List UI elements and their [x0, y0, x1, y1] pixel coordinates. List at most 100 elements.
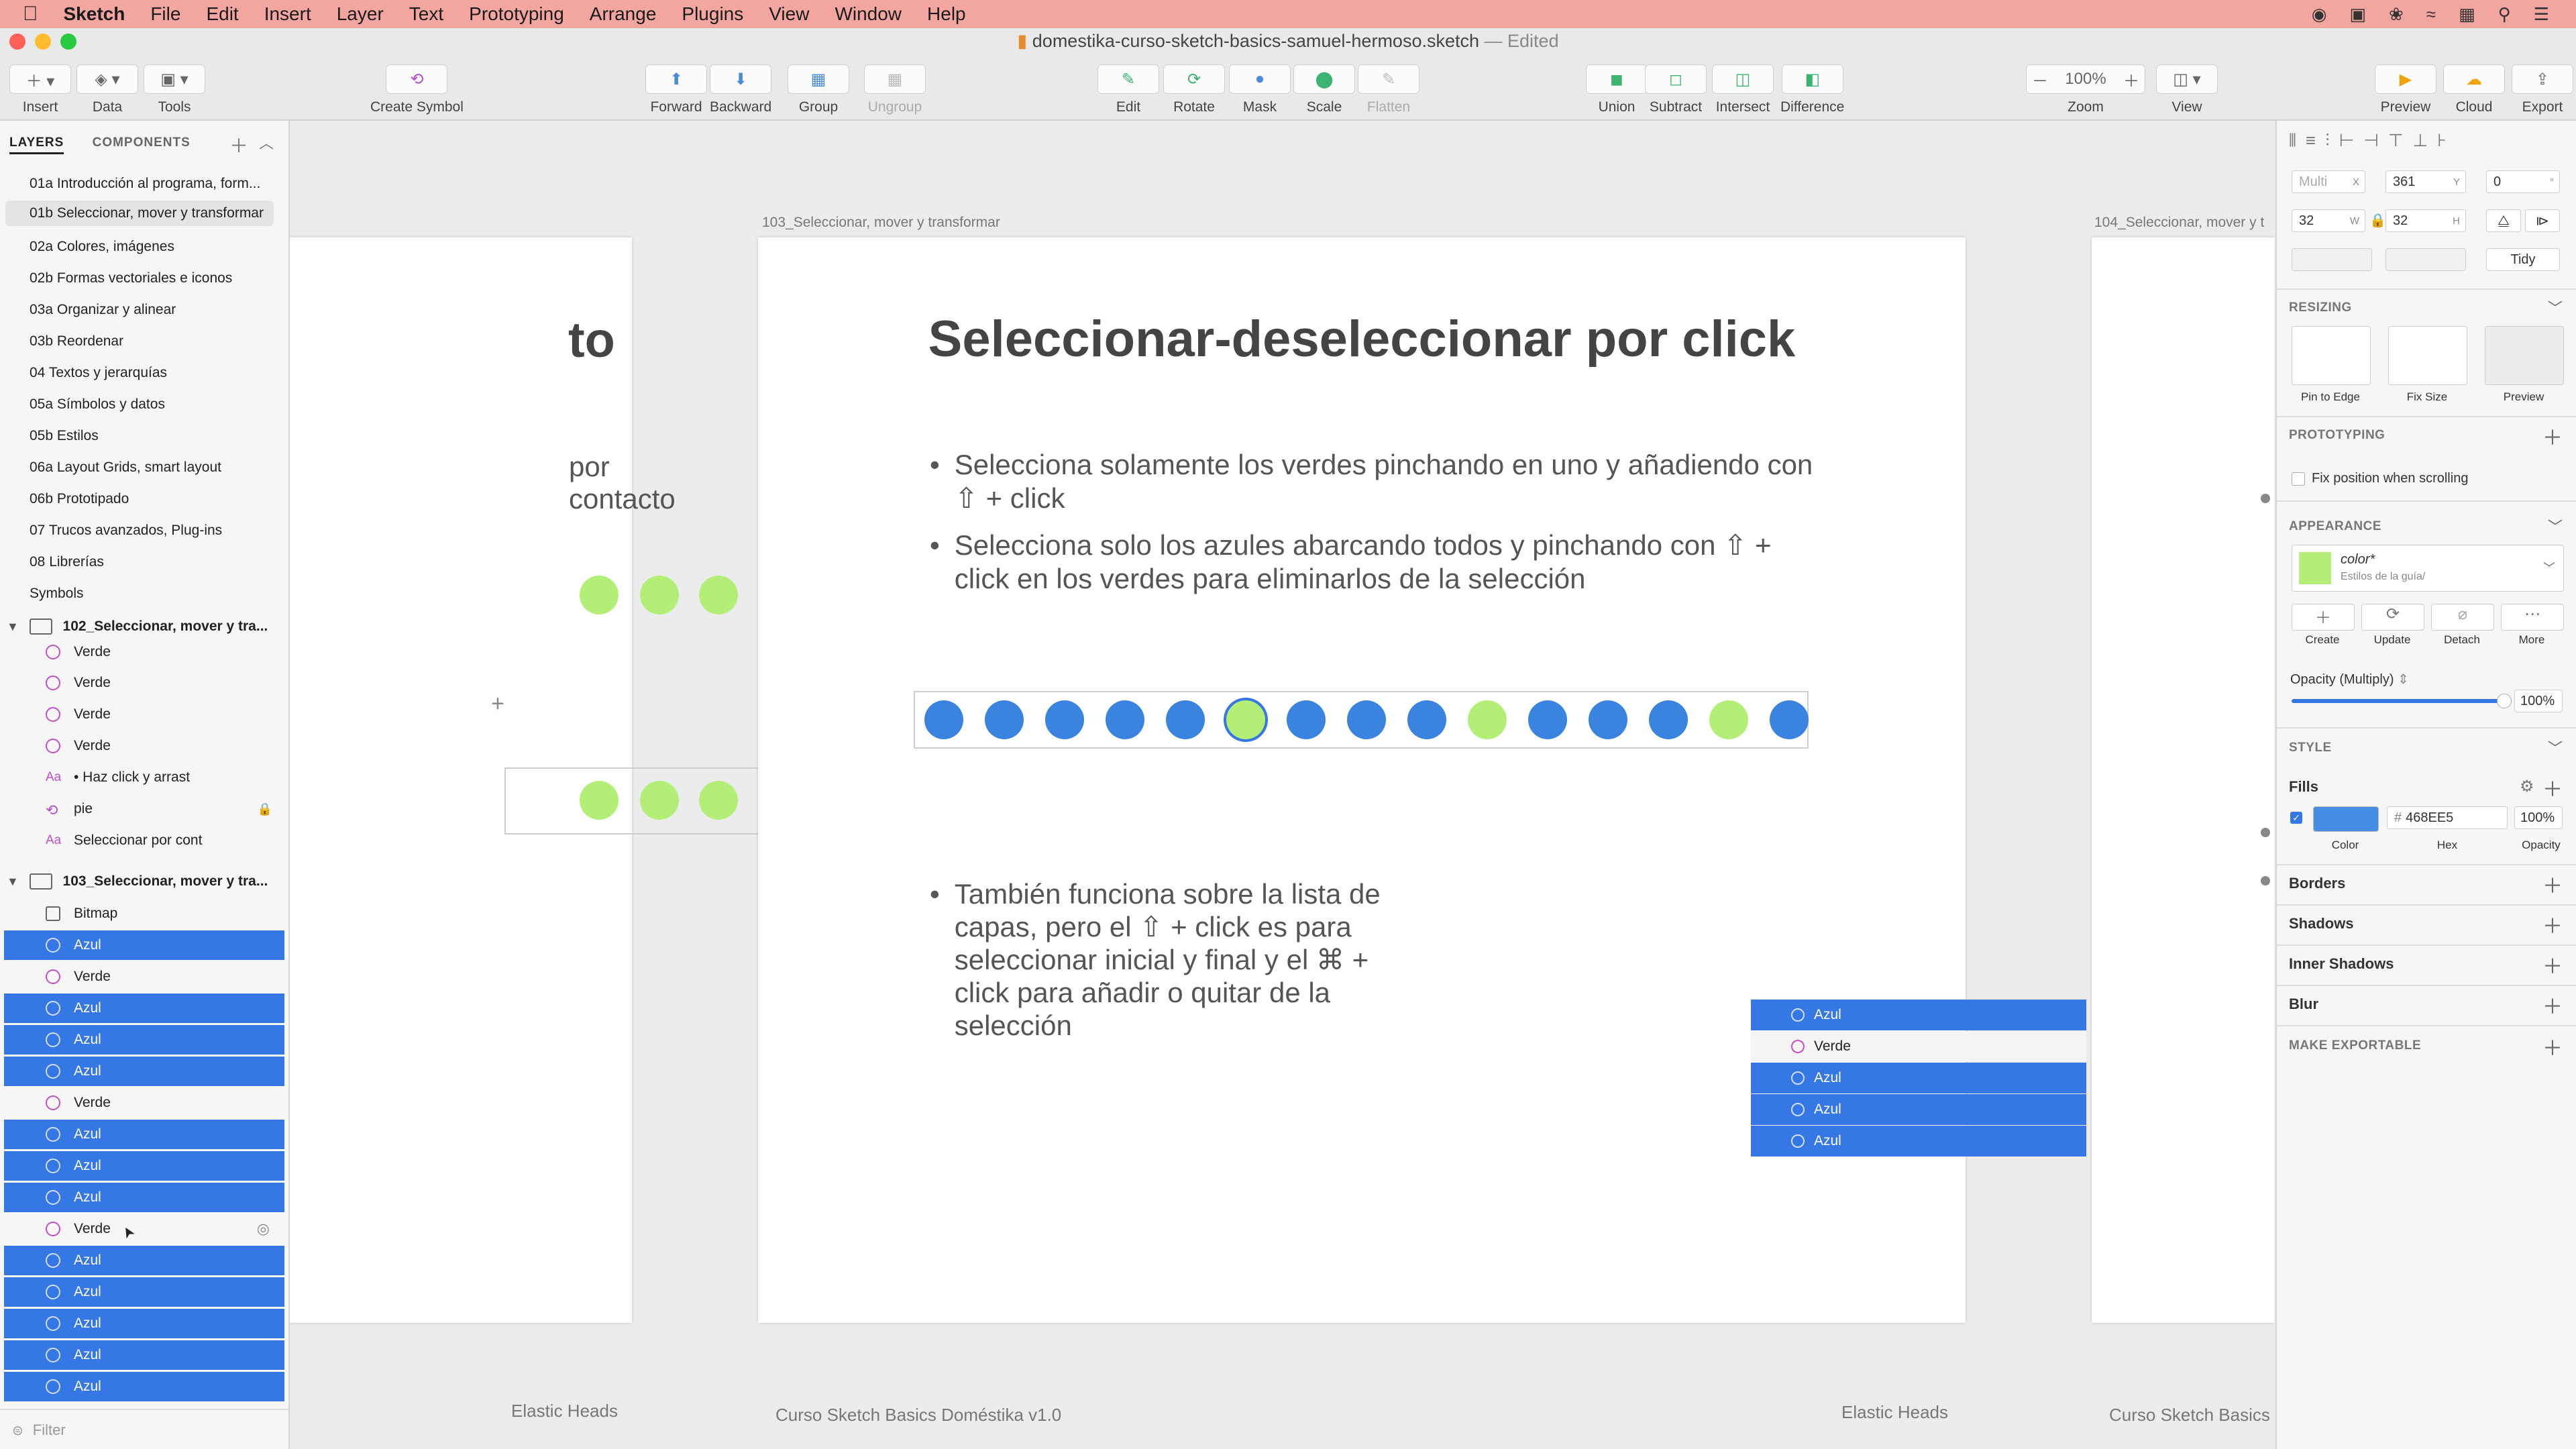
add-page-icon[interactable]: ＋	[229, 131, 248, 158]
layer-row[interactable]: Verde	[4, 637, 284, 667]
blue-circle[interactable]	[1347, 700, 1386, 739]
page-item[interactable]: 04 Textos y jerarquías	[30, 365, 167, 381]
update-style-button[interactable]: ⟳	[2361, 604, 2424, 631]
layer-row[interactable]: Verde	[4, 700, 284, 729]
ungroup-button[interactable]: ▦ Ungroup	[864, 64, 926, 115]
view-button[interactable]: ◫ ▾ View	[2156, 64, 2218, 115]
layer-row[interactable]: Azul	[4, 1057, 284, 1086]
spotlight-search-icon[interactable]: ⚲	[2498, 4, 2511, 25]
page-item[interactable]: 03b Reordenar	[30, 333, 123, 350]
more-style-button[interactable]: ⋯	[2501, 604, 2564, 631]
screen-icon[interactable]: ▣	[2349, 4, 2366, 25]
add-blur-icon[interactable]: ＋	[2542, 990, 2563, 1020]
opacity-slider-handle[interactable]	[2497, 694, 2512, 708]
opacity-slider[interactable]	[2292, 699, 2504, 703]
calendar-icon[interactable]: ▦	[2459, 4, 2475, 25]
opacity-field[interactable]: 100%	[2514, 690, 2563, 712]
fix-size-control[interactable]	[2388, 326, 2467, 385]
align-toolbar[interactable]: ⫴≡⫶⊢⊣⊤⊥⊦	[2289, 130, 2456, 152]
pin-to-edge-control[interactable]	[2292, 326, 2371, 385]
page-item[interactable]: 08 Librerías	[30, 554, 104, 570]
record-icon[interactable]: ◉	[2312, 4, 2327, 25]
subtract-button[interactable]: ◻ Subtract	[1645, 64, 1707, 115]
resize-handle-icon[interactable]	[2261, 828, 2270, 837]
menu-layer[interactable]: Layer	[337, 3, 384, 25]
cc-icon[interactable]: ❀	[2389, 4, 2404, 25]
add-border-icon[interactable]: ＋	[2542, 869, 2563, 899]
menu-text[interactable]: Text	[409, 3, 443, 25]
blue-circle[interactable]	[1649, 700, 1688, 739]
layer-row[interactable]: Azul	[4, 1183, 284, 1212]
blue-circle[interactable]	[924, 700, 963, 739]
menu-help[interactable]: Help	[927, 3, 966, 25]
layer-row[interactable]: Azul	[4, 1277, 284, 1307]
artboard-104-name[interactable]: 104_Seleccionar, mover y t	[2094, 215, 2264, 231]
page-item[interactable]: 02a Colores, imágenes	[30, 239, 174, 255]
wifi-icon[interactable]: ≈	[2426, 4, 2436, 25]
green-circle[interactable]	[580, 576, 619, 614]
green-circle[interactable]	[1709, 700, 1748, 739]
difference-button[interactable]: ◧ Difference	[1780, 64, 1844, 115]
green-circle[interactable]	[699, 781, 738, 820]
fill-opacity-field[interactable]: 100%	[2514, 806, 2563, 829]
collapse-pages-icon[interactable]: ︿	[259, 131, 274, 153]
layer-row[interactable]: Azul	[4, 1340, 284, 1370]
filter-input[interactable]: Filter	[33, 1421, 66, 1439]
layer-row[interactable]: Azul	[4, 994, 284, 1023]
page-item[interactable]: 06a Layout Grids, smart layout	[30, 460, 221, 476]
opacity-mode[interactable]: Opacity (Multiply) ⇕	[2290, 671, 2409, 688]
group-button[interactable]: ▦ Group	[788, 64, 849, 115]
spacing-h-field[interactable]	[2292, 248, 2372, 271]
export-button[interactable]: ⇪ Export	[2512, 64, 2573, 115]
menu-arrange[interactable]: Arrange	[590, 3, 657, 25]
layer-row[interactable]: Azul	[4, 1372, 284, 1401]
insert-button[interactable]: ＋ ▾ Insert	[9, 64, 71, 115]
layer-row[interactable]: Azul	[4, 930, 284, 960]
layer-row[interactable]: Verde	[4, 668, 284, 698]
add-inner-shadow-icon[interactable]: ＋	[2542, 950, 2563, 979]
preview-button[interactable]: ▶ Preview	[2375, 64, 2436, 115]
flatten-button[interactable]: ✎ Flatten	[1358, 64, 1419, 115]
width-field[interactable]: 32 W	[2292, 209, 2365, 232]
blue-circle[interactable]	[1045, 700, 1084, 739]
circle-row-selection[interactable]	[914, 691, 1809, 749]
data-button[interactable]: ◈ ▾ Data	[76, 64, 138, 115]
layer-row[interactable]: Verde	[4, 731, 284, 761]
artboard-103-name[interactable]: 103_Seleccionar, mover y transformar	[762, 215, 1000, 231]
x-field[interactable]: Multi X	[2292, 170, 2365, 193]
green-circle[interactable]	[1226, 700, 1265, 739]
resize-handle-icon[interactable]	[2261, 876, 2270, 885]
artboard-102[interactable]: to por contacto Elastic Heads	[290, 237, 923, 1421]
layer-row[interactable]: Azul	[4, 1246, 284, 1275]
menu-file[interactable]: File	[150, 3, 180, 25]
layer-row[interactable]: Verde	[4, 1088, 284, 1118]
menu-prototyping[interactable]: Prototyping	[469, 3, 564, 25]
cloud-button[interactable]: ☁ Cloud	[2443, 64, 2505, 115]
fill-settings-gear-icon[interactable]: ⚙	[2520, 777, 2534, 796]
zoom-control[interactable]: － 100% ＋ Zoom	[2026, 64, 2145, 115]
spacing-v-field[interactable]	[2385, 248, 2466, 271]
green-circle[interactable]	[640, 576, 679, 614]
menu-insert[interactable]: Insert	[264, 3, 311, 25]
fix-position-checkbox[interactable]	[2292, 472, 2305, 486]
menu-window[interactable]: Window	[835, 3, 902, 25]
menu-edit[interactable]: Edit	[206, 3, 238, 25]
layer-row[interactable]: Azul	[4, 1151, 284, 1181]
menu-plugins[interactable]: Plugins	[682, 3, 743, 25]
layer-row[interactable]: Aa Seleccionar por cont	[4, 826, 284, 855]
blue-circle[interactable]	[1287, 700, 1326, 739]
layer-row[interactable]: Azul	[4, 1025, 284, 1055]
tab-components[interactable]: COMPONENTS	[93, 136, 191, 150]
menu-list-icon[interactable]: ☰	[2534, 4, 2549, 25]
layer-row[interactable]: ⟲ pie 🔒	[4, 794, 284, 824]
lock-ratio-icon[interactable]: 🔒	[2369, 212, 2386, 229]
forward-button[interactable]: ⬆ Forward	[645, 64, 707, 115]
resize-handle-icon[interactable]	[2261, 494, 2270, 503]
green-circle[interactable]	[640, 781, 679, 820]
intersect-button[interactable]: ◫ Intersect	[1712, 64, 1774, 115]
green-circle[interactable]	[699, 576, 738, 614]
menu-view[interactable]: View	[769, 3, 809, 25]
detach-style-button[interactable]: ⌀	[2431, 604, 2494, 631]
blue-circle[interactable]	[1770, 700, 1809, 739]
fill-color-swatch[interactable]	[2313, 806, 2379, 832]
